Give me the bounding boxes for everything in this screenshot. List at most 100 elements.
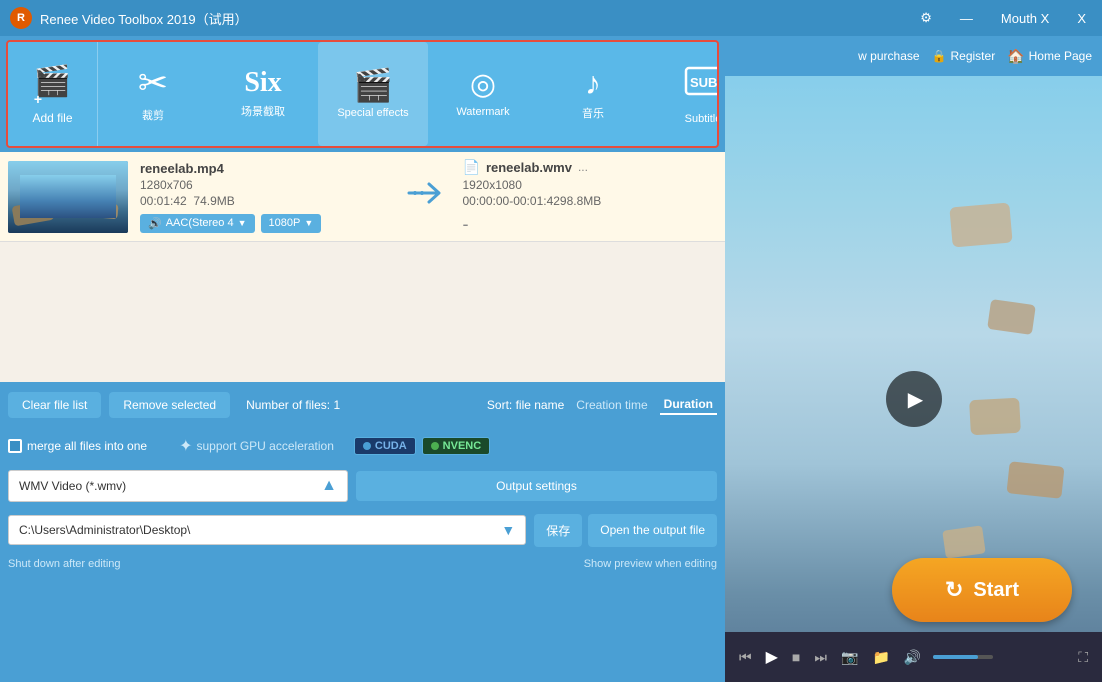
footer: Shut down after editing Show preview whe… [0,552,725,576]
toolbar-items: ✂ 裁剪 Six 场景截取 🎬 Special effects [98,42,719,146]
chevron-down-icon-2: ▼ [304,218,313,228]
format-row: WMV Video (*.wmv) ▲ Output settings [0,464,725,508]
sort-creation-time[interactable]: Creation time [572,396,651,414]
merge-checkbox-label[interactable]: merge all files into one [8,439,147,453]
bottom-bar: Clear file list Remove selected Number o… [0,382,725,428]
volume-button[interactable]: 🔊 [902,647,923,668]
input-duration-size: 00:01:42 74.9MB [140,194,387,208]
nvenc-dot [431,442,439,450]
minimize-button[interactable]: — [954,9,979,28]
play-button[interactable] [886,371,942,427]
toolbar-item-special-effects[interactable]: 🎬 Special effects [318,42,428,146]
output-resolution: 1920x1080 [463,178,710,192]
crop-label: 裁剪 [142,107,164,123]
toolbar-item-subtitle[interactable]: SUB Subtitle [648,42,719,146]
folder-button[interactable]: 📁 [870,647,891,668]
home-link[interactable]: 🏠 Home Page [1007,48,1092,65]
sort-duration[interactable]: Duration [660,395,717,415]
music-label: 音乐 [582,105,604,121]
cuda-dot [363,442,371,450]
input-filename: reneelab.mp4 [140,161,387,176]
format-selector[interactable]: 1080P ▼ [261,214,322,233]
rock-2 [987,299,1036,335]
play-control-button[interactable]: ▶ [764,645,780,669]
scene-icon: Six [244,69,281,97]
output-path-input[interactable]: C:\Users\Administrator\Desktop\ ▼ [8,515,526,545]
gpu-badges: CUDA NVENC [354,437,490,455]
watermark-label: Watermark [456,106,509,118]
volume-icon-small: 🔊 [148,217,162,230]
path-row: C:\Users\Administrator\Desktop\ ▼ 保存 Ope… [0,508,725,552]
next-button[interactable]: ⏭ [812,647,829,668]
lock-icon: 🔒 [932,49,947,63]
rock-3 [969,398,1021,436]
output-file-icon: 📄 [463,159,480,176]
preview-label: Show preview when editing [584,558,717,570]
volume-slider[interactable] [933,655,993,659]
add-file-label: Add file [32,111,72,125]
add-file-icon: 🎬 + [34,64,71,107]
clear-list-button[interactable]: Clear file list [8,392,101,418]
format-select[interactable]: WMV Video (*.wmv) ▲ [8,470,348,502]
left-panel: 🎬 + Add file ✂ 裁剪 Six 场景截取 [0,36,725,682]
close-button[interactable]: X [1071,9,1092,28]
file-list: reneelab.mp4 1280x706 00:01:42 74.9MB 🔊 … [0,152,725,382]
settings-icon[interactable]: ⚙ [914,8,938,28]
output-filename: reneelab.wmv [486,160,572,175]
format-chevron-icon: ▲ [321,477,337,495]
start-icon: ↻ [945,577,963,603]
top-right-bar: w purchase 🔒 Register 🏠 Home Page [725,36,1102,76]
rock-5 [942,526,986,559]
title-text: Renee Video Toolbox 2019（试用） [40,9,248,28]
scene-label: 场景截取 [241,103,285,119]
merge-checkbox[interactable] [8,439,22,453]
prev-button[interactable]: ⏮ [737,647,754,668]
special-effects-label: Special effects [337,107,408,119]
toolbar-item-scene[interactable]: Six 场景截取 [208,42,318,146]
title-bar-right: ⚙ — Mouth X X [914,8,1092,28]
camera-button[interactable]: 📷 [839,647,860,668]
file-thumbnail [8,161,128,233]
volume-fill [933,655,978,659]
path-actions: 保存 Open the output file [534,514,717,547]
toolbar-wrapper: 🎬 + Add file ✂ 裁剪 Six 场景截取 [6,40,719,148]
cuda-badge: CUDA [354,437,416,455]
subtitle-label: Subtitle [685,113,719,125]
save-path-button[interactable]: 保存 [534,514,582,547]
output-settings-button[interactable]: Output settings [356,471,717,501]
add-file-button[interactable]: 🎬 + Add file [8,42,98,146]
remove-selected-button[interactable]: Remove selected [109,392,230,418]
file-count: Number of files: 1 [246,398,340,412]
open-output-button[interactable]: Open the output file [588,514,717,547]
window-title: Mouth X [995,9,1055,28]
selectors-row: 🔊 AAC(Stereo 4 ▼ 1080P ▼ [140,214,387,233]
settings-row: merge all files into one ✦ support GPU a… [0,428,725,464]
arrow-icon [407,178,447,215]
watermark-icon: ◎ [470,70,496,100]
audio-selector[interactable]: 🔊 AAC(Stereo 4 ▼ [140,214,255,233]
title-bar: R Renee Video Toolbox 2019（试用） ⚙ — Mouth… [0,0,1102,36]
gpu-support-label: ✦ support GPU acceleration [179,436,334,456]
toolbar-item-music[interactable]: ♪ 音乐 [538,42,648,146]
path-chevron-icon: ▼ [501,522,515,538]
subtitle-icon: SUB [684,64,719,107]
video-controls: ⏮ ▶ ■ ⏭ 📷 📁 🔊 ⛶ [725,632,1102,682]
file-output: 📄 reneelab.wmv ... 1920x1080 00:00:00-00… [455,159,718,235]
right-panel: w purchase 🔒 Register 🏠 Home Page [725,36,1102,682]
shutdown-label: Shut down after editing [8,558,121,570]
chevron-down-icon: ▼ [238,218,247,228]
purchase-link[interactable]: w purchase [858,49,919,63]
sort-label: Sort: file name [487,398,564,412]
rock-4 [1006,461,1064,499]
rock-1 [950,203,1013,248]
file-item[interactable]: reneelab.mp4 1280x706 00:01:42 74.9MB 🔊 … [0,152,725,242]
title-bar-left: R Renee Video Toolbox 2019（试用） [10,7,248,29]
stop-button[interactable]: ■ [790,647,802,667]
output-dash: - [463,214,710,235]
toolbar-item-crop[interactable]: ✂ 裁剪 [98,42,208,146]
register-link[interactable]: 🔒 Register [932,49,996,63]
fullscreen-button[interactable]: ⛶ [1076,647,1090,668]
start-button[interactable]: ↻ Start [892,558,1072,622]
toolbar-item-watermark[interactable]: ◎ Watermark [428,42,538,146]
file-info: reneelab.mp4 1280x706 00:01:42 74.9MB 🔊 … [128,161,399,233]
